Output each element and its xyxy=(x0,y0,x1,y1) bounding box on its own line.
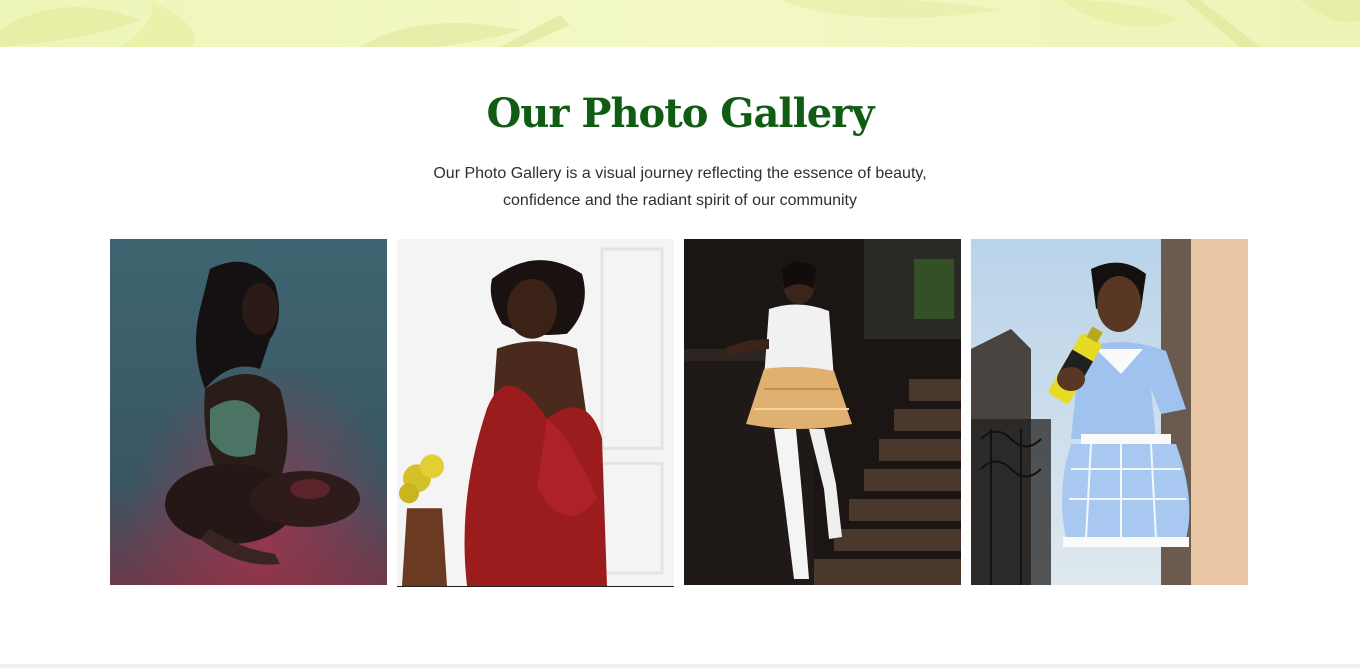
gallery-photo-4[interactable] xyxy=(971,239,1248,585)
gallery-photo-2[interactable] xyxy=(397,239,674,587)
gallery-photo-3[interactable] xyxy=(684,239,961,585)
photo-2-image xyxy=(397,239,674,586)
banner-leaf-pattern xyxy=(0,0,1360,47)
gallery-description-line-1: Our Photo Gallery is a visual journey re… xyxy=(433,165,927,182)
photo-1-image xyxy=(110,239,387,585)
section-divider xyxy=(0,664,1360,668)
gallery-description-line-2: confidence and the radiant spirit of our… xyxy=(503,192,857,209)
photo-4-image xyxy=(971,239,1248,585)
photo-3-image xyxy=(684,239,961,585)
top-banner xyxy=(0,0,1360,47)
gallery-photo-1[interactable] xyxy=(110,239,387,585)
gallery-description: Our Photo Gallery is a visual journey re… xyxy=(420,160,940,214)
gallery-title: Our Photo Gallery xyxy=(486,90,874,137)
